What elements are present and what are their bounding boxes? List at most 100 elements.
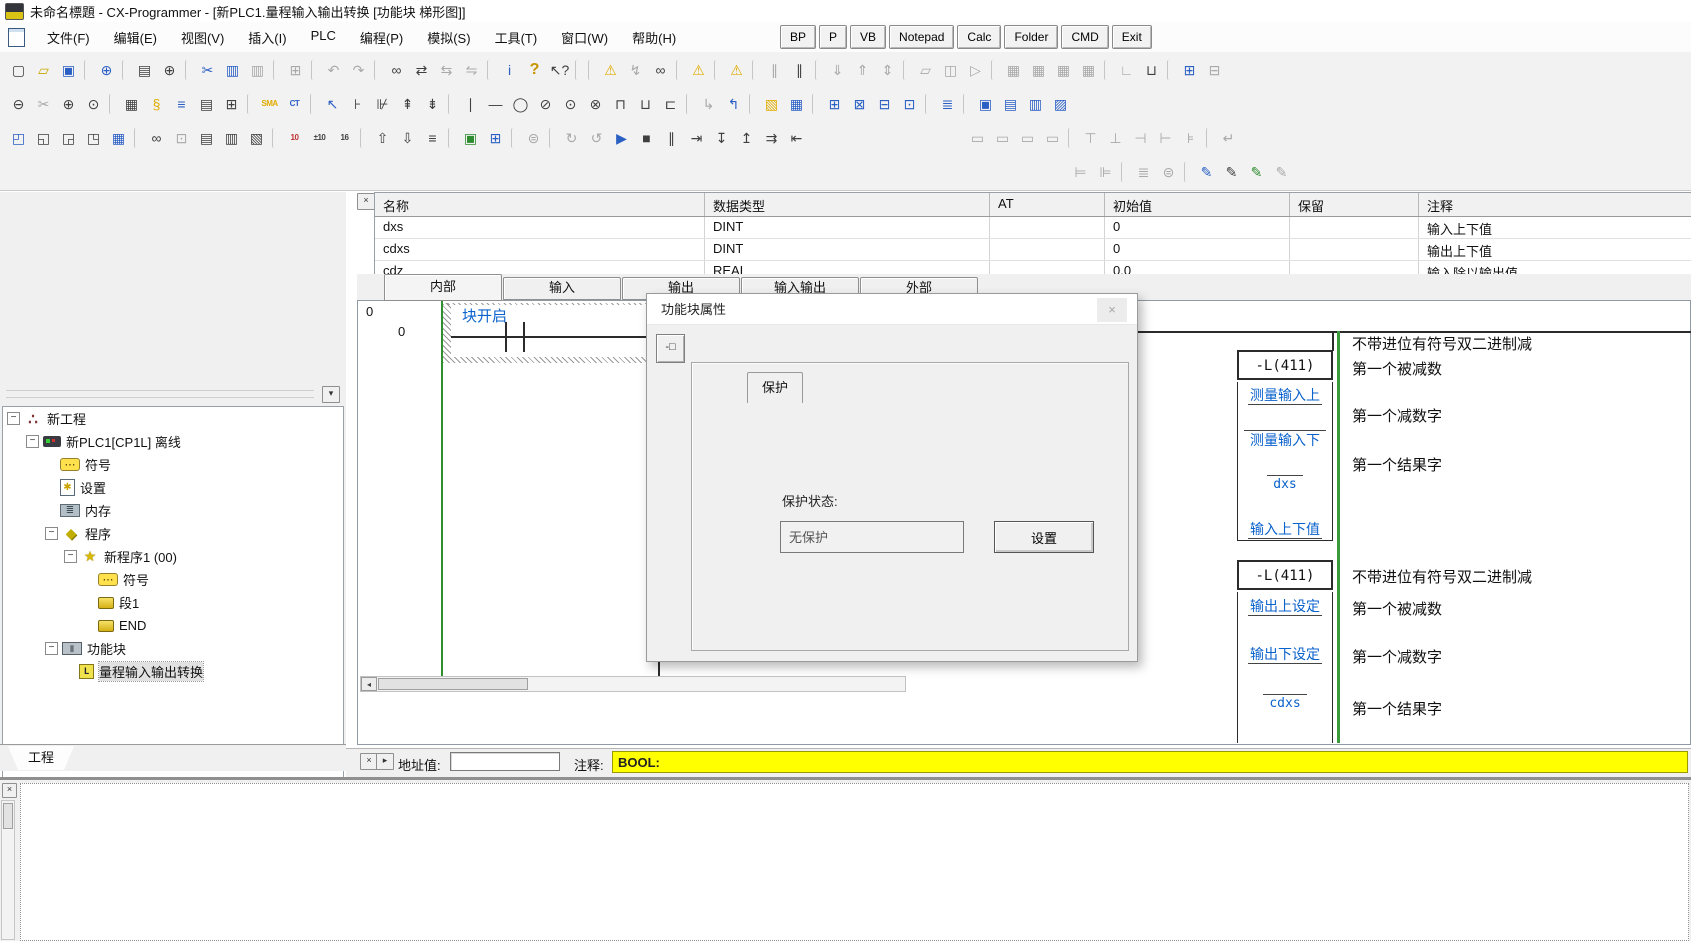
status-expand-icon[interactable]: ▸ bbox=[376, 753, 394, 770]
select-mode-icon[interactable]: ↖ bbox=[321, 93, 344, 116]
contact-bar-right[interactable] bbox=[523, 322, 525, 352]
scrollbar-thumb[interactable] bbox=[3, 803, 13, 829]
cascade-windows-icon[interactable]: ◱ bbox=[32, 127, 55, 150]
continuous-step-icon[interactable]: ⇉ bbox=[760, 127, 783, 150]
quick-launch-button[interactable]: CMD bbox=[1061, 25, 1108, 49]
output-close-icon[interactable]: × bbox=[2, 783, 17, 798]
symbols-view-icon[interactable]: § bbox=[145, 93, 168, 116]
print-icon[interactable]: ▤ bbox=[133, 59, 156, 82]
fb-operand[interactable]: 测量输入下 bbox=[1244, 430, 1326, 448]
outdent-icon[interactable]: ⊫ bbox=[1094, 161, 1117, 184]
contact-no-icon[interactable]: ⊦ bbox=[346, 93, 369, 116]
sim-stop-icon[interactable]: ■ bbox=[635, 127, 658, 150]
step-in-icon[interactable]: ↧ bbox=[710, 127, 733, 150]
open-file-icon[interactable]: ▱ bbox=[32, 59, 55, 82]
coil-closed-icon[interactable]: ⊘ bbox=[534, 93, 557, 116]
panel-gripper[interactable] bbox=[6, 390, 314, 398]
edit-green-pen-icon[interactable]: ✎ bbox=[1245, 161, 1268, 184]
fb-param-output-icon[interactable]: ⊠ bbox=[848, 93, 871, 116]
inverted-instruction-icon[interactable]: ⊔ bbox=[634, 93, 657, 116]
comment-view-icon[interactable]: ≡ bbox=[170, 93, 193, 116]
variable-row[interactable]: cdxsDINT0输出上下值 bbox=[375, 239, 1691, 261]
output-vertical-scrollbar[interactable] bbox=[1, 800, 15, 940]
align-top-icon[interactable]: ⊤ bbox=[1079, 127, 1102, 150]
rung-comment-icon[interactable]: ▧ bbox=[245, 127, 268, 150]
hex-display-icon[interactable]: 16 bbox=[333, 127, 356, 150]
scrollbar-thumb[interactable] bbox=[378, 678, 528, 690]
instruction-box-icon[interactable]: ⊓ bbox=[609, 93, 632, 116]
modem-connect-icon[interactable]: ⊔ bbox=[1140, 59, 1163, 82]
comment-value-field[interactable]: BOOL: bbox=[612, 751, 1688, 773]
decimal-display-icon[interactable]: 10 bbox=[283, 127, 306, 150]
signed-decimal-icon[interactable]: ±10 bbox=[308, 127, 331, 150]
fb-operand[interactable]: 测量输入上 bbox=[1248, 387, 1322, 405]
horizontal-line-icon[interactable]: — bbox=[484, 93, 507, 116]
tree-item-settings[interactable]: 设置 bbox=[3, 476, 343, 499]
work-online-icon[interactable]: ⚠ bbox=[687, 59, 710, 82]
project-tab[interactable]: 工程 bbox=[8, 746, 74, 770]
context-help-icon[interactable]: ↖? bbox=[548, 59, 571, 82]
arrange-icons-icon[interactable]: ▦ bbox=[107, 127, 130, 150]
tree-item-section1[interactable]: 段1 bbox=[3, 591, 343, 614]
menu-item[interactable]: 模拟(S) bbox=[415, 24, 482, 51]
cross-ref-report-icon[interactable]: ▤ bbox=[195, 127, 218, 150]
ladder-horizontal-scrollbar[interactable]: ◂ bbox=[360, 676, 906, 692]
menu-item[interactable]: 帮助(H) bbox=[620, 24, 688, 51]
fb-operand[interactable]: 输出上设定 bbox=[1248, 598, 1322, 616]
cross-reference-icon[interactable]: ▤ bbox=[999, 93, 1022, 116]
quick-launch-button[interactable]: Folder bbox=[1004, 25, 1058, 49]
fb-invoke-icon[interactable]: ⊏ bbox=[659, 93, 682, 116]
compare-programs-icon[interactable]: ⊜ bbox=[522, 127, 545, 150]
step-run-icon[interactable]: ⇥ bbox=[685, 127, 708, 150]
help-icon[interactable]: ? bbox=[523, 59, 546, 82]
menu-item[interactable]: 窗口(W) bbox=[549, 24, 620, 51]
plc-settings-icon[interactable]: ▦ bbox=[1027, 59, 1050, 82]
replace-icon[interactable]: ⇄ bbox=[410, 59, 433, 82]
change-value-icon[interactable]: ⇩ bbox=[396, 127, 419, 150]
new-window-icon[interactable]: ◰ bbox=[7, 127, 30, 150]
dialog-tab-protection[interactable]: 保护 bbox=[747, 372, 803, 403]
quick-launch-button[interactable]: VB bbox=[850, 25, 886, 49]
tree-item-plc[interactable]: − 新PLC1[CP1L] 离线 bbox=[3, 430, 343, 453]
scroll-left-button[interactable]: ◂ bbox=[361, 677, 377, 691]
fb-calendar-icon[interactable]: ▦ bbox=[785, 93, 808, 116]
watch-icon[interactable]: ▣ bbox=[459, 127, 482, 150]
contact-down-icon[interactable]: ⇟ bbox=[421, 93, 444, 116]
redo-icon[interactable]: ↷ bbox=[347, 59, 370, 82]
quick-launch-button[interactable]: Calc bbox=[957, 25, 1001, 49]
monitor-mode-icon[interactable]: ◫ bbox=[939, 59, 962, 82]
list-style-icon[interactable]: ≣ bbox=[1132, 161, 1155, 184]
sim-mode-icon[interactable]: ↻ bbox=[560, 127, 583, 150]
upload-icon[interactable]: ⇑ bbox=[851, 59, 874, 82]
zoom-out-icon[interactable]: ⊖ bbox=[7, 93, 30, 116]
panel-dropdown-button[interactable]: ▾ bbox=[322, 386, 340, 403]
reset-coil-icon[interactable]: ⊗ bbox=[584, 93, 607, 116]
program-mode-icon[interactable]: ▱ bbox=[914, 59, 937, 82]
paste-special-icon[interactable]: ⊞ bbox=[284, 59, 307, 82]
differential-monitor-icon[interactable]: ≣ bbox=[936, 93, 959, 116]
edit-dark-pen-icon[interactable]: ✎ bbox=[1220, 161, 1243, 184]
tree-item-new-project[interactable]: − 新工程 bbox=[3, 407, 343, 430]
set-protection-button[interactable]: 设置 bbox=[994, 521, 1094, 553]
tree-expander-icon[interactable] bbox=[45, 482, 56, 493]
var-tab-input[interactable]: 输入 bbox=[503, 277, 621, 300]
tree-expander-icon[interactable]: − bbox=[45, 527, 58, 540]
print-preview-icon[interactable]: ⊕ bbox=[158, 59, 181, 82]
compare-program-icon[interactable]: ⇕ bbox=[876, 59, 899, 82]
quick-launch-button[interactable]: P bbox=[819, 25, 847, 49]
pause-icon[interactable]: ∥ bbox=[788, 59, 811, 82]
pin-icon[interactable]: -□ bbox=[656, 334, 685, 363]
quick-launch-button[interactable]: Exit bbox=[1112, 25, 1152, 49]
set-value-icon[interactable]: ⇧ bbox=[371, 127, 394, 150]
tree-expander-icon[interactable]: − bbox=[7, 412, 20, 425]
find-symbol-icon[interactable]: ∞ bbox=[145, 127, 168, 150]
tree-item-function-blocks[interactable]: − 功能块 bbox=[3, 637, 343, 660]
contact-bar-left[interactable] bbox=[505, 322, 507, 352]
set-coil-icon[interactable]: ⊙ bbox=[559, 93, 582, 116]
return-icon[interactable]: ↵ bbox=[1217, 127, 1240, 150]
var-tab-internal[interactable]: 内部 bbox=[384, 274, 502, 301]
tree-item-symbols[interactable]: 符号 bbox=[3, 453, 343, 476]
fb-definition-icon[interactable]: ▭ bbox=[1041, 127, 1064, 150]
address-monitor-icon[interactable]: ▥ bbox=[1024, 93, 1047, 116]
variable-row[interactable]: dxsDINT0输入上下值 bbox=[375, 217, 1691, 239]
